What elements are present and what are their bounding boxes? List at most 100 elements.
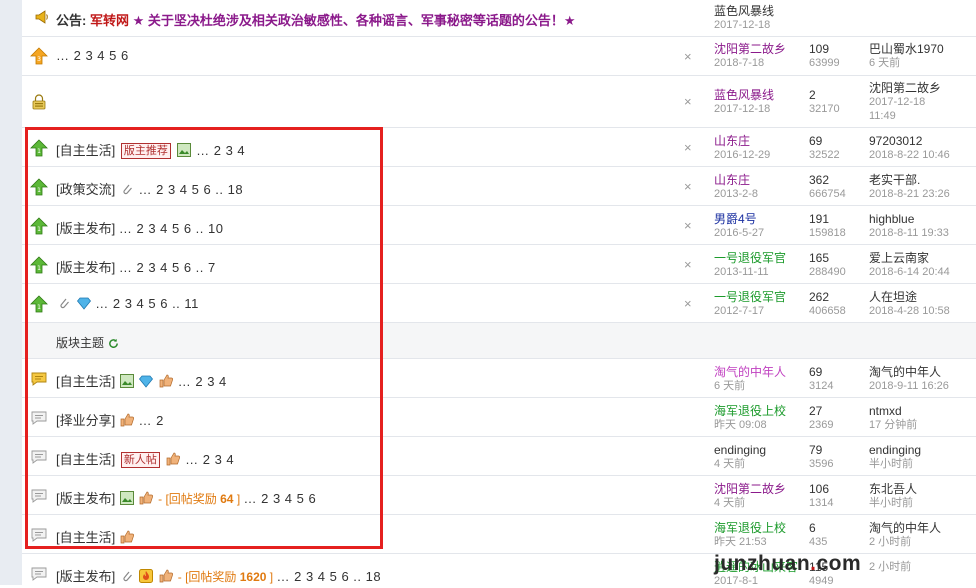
last-post-time[interactable]: 半小时前 <box>869 496 917 510</box>
last-post-time-2[interactable]: 11:49 <box>869 109 941 123</box>
last-post-time[interactable]: 2017-12-18 <box>869 95 941 109</box>
thread-title[interactable]: [版主发布] - [回帖奖励 64 ] … 2 3 4 5 6 <box>56 488 316 507</box>
author-name[interactable]: 蓝色风暴线 <box>714 88 774 102</box>
thread-title[interactable]: [择业分享] … 2 <box>56 410 164 429</box>
last-post-user[interactable]: 沈阳第二故乡 <box>869 81 941 95</box>
thread-row[interactable]: 3 … 2 3 4 5 6 × 沈阳第二故乡 2018-7-18 109 639… <box>22 37 976 76</box>
last-post-user[interactable]: 97203012 <box>869 134 950 148</box>
category-tag[interactable]: [自主生活] <box>56 452 115 467</box>
announcement-title[interactable]: 公告: 军转网 ★ 关于坚决杜绝涉及相关政治敏感性、各种谣言、军事秘密等话题的公… <box>56 10 576 29</box>
author-name[interactable]: 男爵4号 <box>714 212 764 226</box>
category-tag[interactable]: [版主发布] <box>56 260 115 275</box>
page-links[interactable]: … 2 3 4 5 6 .. 7 <box>119 260 216 275</box>
last-post-user[interactable]: 爱上云南家 <box>869 251 950 265</box>
author-name[interactable]: 山东庄 <box>714 134 770 148</box>
page-links[interactable]: … 2 3 4 5 6 <box>244 491 317 506</box>
thread-row[interactable]: [版主发布] - [回帖奖励 64 ] … 2 3 4 5 6 沈阳第二故乡 4… <box>22 476 976 515</box>
last-post-time[interactable]: 2018-8-22 10:46 <box>869 148 950 162</box>
last-post-time[interactable]: 2018-9-11 16:26 <box>869 379 949 393</box>
author-name[interactable]: 一号退役军官 <box>714 251 786 265</box>
last-post-user[interactable]: 淘气的中年人 <box>869 365 949 379</box>
thread-title[interactable]: [版主发布] … 2 3 4 5 6 .. 7 <box>56 257 216 276</box>
author-name[interactable]: 海军退役上校 <box>714 404 786 418</box>
page-links[interactable]: … 2 3 4 5 6 <box>56 48 129 63</box>
thread-row[interactable]: 1 [自主生活] 版主推荐 … 2 3 4 × 山东庄 2016-12-29 6… <box>22 128 976 167</box>
category-tag[interactable]: [版主发布] <box>56 569 115 584</box>
announcement-text[interactable]: ★ 关于坚决杜绝涉及相关政治敏感性、各种谣言、军事秘密等话题的公告！★ <box>133 13 576 28</box>
last-post-user[interactable]: 淘气的中年人 <box>869 521 941 535</box>
thread-row[interactable]: [自主生活] 海军退役上校 昨天 21:53 6 435 淘气的中年人 2 小时… <box>22 515 976 554</box>
close-icon[interactable]: × <box>684 94 692 109</box>
category-tag[interactable]: [自主生活] <box>56 530 115 545</box>
thread-title[interactable]: [自主生活] … 2 3 4 <box>56 371 227 390</box>
thread-row[interactable]: 1 … 2 3 4 5 6 .. 11 × 一号退役军官 2012-7-17 2… <box>22 284 976 323</box>
page-links[interactable]: … 2 3 4 <box>185 452 234 467</box>
category-tag[interactable]: [版主发布] <box>56 221 115 236</box>
thread-title[interactable]: [版主发布] … 2 3 4 5 6 .. 10 <box>56 218 223 237</box>
last-post-time[interactable]: 半小时前 <box>869 457 921 471</box>
thread-row[interactable]: × 蓝色风暴线 2017-12-18 2 32170 沈阳第二故乡 2017-1… <box>22 76 976 128</box>
last-post-time[interactable]: 2018-8-21 23:26 <box>869 187 950 201</box>
last-post-user[interactable]: ntmxd <box>869 404 917 418</box>
refresh-icon[interactable] <box>108 338 119 349</box>
close-icon[interactable]: × <box>684 179 692 194</box>
reply-reward-close: ] <box>269 570 274 584</box>
last-post-user[interactable]: 东北吾人 <box>869 482 917 496</box>
count-cell: 27 2369 <box>809 404 833 432</box>
last-post-user[interactable]: 老实干部. <box>869 173 950 187</box>
thread-row[interactable]: [自主生活] … 2 3 4 淘气的中年人 6 天前 69 3124 淘气的中年… <box>22 359 976 398</box>
author-name[interactable]: endinging <box>714 443 766 457</box>
thread-title[interactable]: [版主发布] - [回帖奖励 1620 ] … 2 3 4 5 6 .. 18 <box>56 566 381 585</box>
thread-title[interactable]: … 2 3 4 5 6 .. 11 <box>56 296 199 311</box>
thread-row[interactable]: 1 [版主发布] … 2 3 4 5 6 .. 7 × 一号退役军官 2013-… <box>22 245 976 284</box>
close-icon[interactable]: × <box>684 218 692 233</box>
category-tag[interactable]: [择业分享] <box>56 413 115 428</box>
page-links[interactable]: … 2 3 4 5 6 .. 18 <box>276 569 381 584</box>
thread-row[interactable]: [择业分享] … 2 海军退役上校 昨天 09:08 27 2369 ntmxd… <box>22 398 976 437</box>
last-post-time[interactable]: 6 天前 <box>869 56 944 70</box>
thread-title[interactable]: [自主生活] <box>56 527 135 546</box>
author-name[interactable]: 沈阳第二故乡 <box>714 42 786 56</box>
author-name[interactable]: 海军退役上校 <box>714 521 786 535</box>
last-post-user[interactable]: 人在坦途 <box>869 290 950 304</box>
author-name[interactable]: 淘气的中年人 <box>714 365 786 379</box>
close-icon[interactable]: × <box>684 296 692 311</box>
close-icon[interactable]: × <box>684 140 692 155</box>
page-links[interactable]: … 2 3 4 5 6 .. 18 <box>138 182 243 197</box>
last-post-time[interactable]: 17 分钟前 <box>869 418 917 432</box>
last-post-time[interactable]: 2 小时前 <box>869 560 911 574</box>
category-tag[interactable]: [版主发布] <box>56 491 115 506</box>
thread-title[interactable]: [政策交流] … 2 3 4 5 6 .. 18 <box>56 179 243 198</box>
thread-row[interactable]: [自主生活] 新人帖 … 2 3 4 endinging 4 天前 79 359… <box>22 437 976 476</box>
close-icon[interactable]: × <box>684 49 692 64</box>
thread-title[interactable]: [自主生活] 新人帖 … 2 3 4 <box>56 449 234 468</box>
thread-title[interactable]: … 2 3 4 5 6 <box>56 48 129 63</box>
thread-row[interactable]: 1 [政策交流] … 2 3 4 5 6 .. 18 × 山东庄 2013-2-… <box>22 167 976 206</box>
last-post-time[interactable]: 2018-6-14 20:44 <box>869 265 950 279</box>
category-tag[interactable]: [自主生活] <box>56 374 115 389</box>
last-post-user[interactable]: endinging <box>869 443 921 457</box>
last-post-user[interactable]: 巴山蜀水1970 <box>869 42 944 56</box>
page-links[interactable]: … 2 3 4 5 6 .. 10 <box>119 221 224 236</box>
page-links[interactable]: … 2 <box>138 413 163 428</box>
category-tag[interactable]: [自主生活] <box>56 143 115 158</box>
last-post-time[interactable]: 2 小时前 <box>869 535 941 549</box>
close-icon[interactable]: × <box>684 257 692 272</box>
category-tag[interactable]: [政策交流] <box>56 182 115 197</box>
reply-count: 2 <box>809 88 816 102</box>
author-name[interactable]: 沈阳第二故乡 <box>714 482 786 496</box>
last-post-user[interactable]: highblue <box>869 212 949 226</box>
last-post-time[interactable]: 2018-4-28 10:58 <box>869 304 950 318</box>
page-links[interactable]: … 2 3 4 5 6 .. 11 <box>95 296 199 311</box>
page-links[interactable]: … 2 3 4 <box>196 143 245 158</box>
paperclip-icon <box>123 184 132 195</box>
thread-row[interactable]: 1 [版主发布] … 2 3 4 5 6 .. 10 × 男爵4号 2016-5… <box>22 206 976 245</box>
announcement-row[interactable]: 公告: 军转网 ★ 关于坚决杜绝涉及相关政治敏感性、各种谣言、军事秘密等话题的公… <box>22 0 976 37</box>
author-name[interactable]: 山东庄 <box>714 173 758 187</box>
author-name[interactable]: 蓝色风暴线 <box>714 4 774 18</box>
thread-title[interactable]: [自主生活] 版主推荐 … 2 3 4 <box>56 140 245 159</box>
author-name[interactable]: 一号退役军官 <box>714 290 786 304</box>
last-post-time[interactable]: 2018-8-11 19:33 <box>869 226 949 240</box>
page-links[interactable]: … 2 3 4 <box>178 374 227 389</box>
announcement-site[interactable]: 军转网 <box>90 13 129 28</box>
